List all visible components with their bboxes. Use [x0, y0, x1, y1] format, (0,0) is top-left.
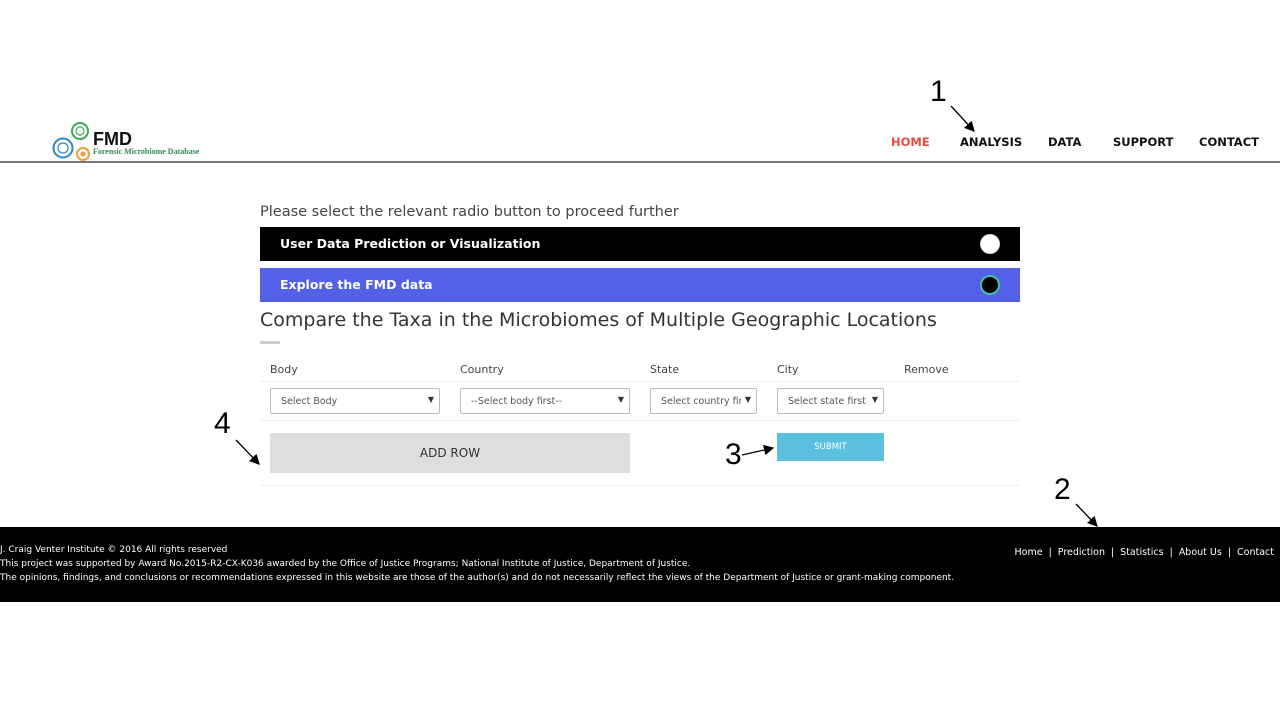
- nav-home[interactable]: HOME: [891, 135, 930, 149]
- radio-explore-fmd[interactable]: [980, 275, 1000, 295]
- content-bottom-divider: [260, 485, 1020, 486]
- footer-link-home[interactable]: Home: [1015, 547, 1043, 558]
- footer-disclaimer: The opinions, findings, and conclusions …: [0, 573, 955, 583]
- annotation-1: 1: [930, 75, 947, 108]
- chevron-down-icon: ▼: [427, 395, 434, 404]
- main-nav: HOME ANALYSIS DATA SUPPORT CONTACT: [0, 135, 1280, 151]
- option-explore-fmd-label: Explore the FMD data: [280, 277, 433, 292]
- title-underline: [260, 341, 280, 344]
- nav-contact[interactable]: CONTACT: [1199, 135, 1259, 149]
- header-divider: [0, 161, 1280, 163]
- city-select-value: Select state first: [788, 396, 866, 407]
- option-user-data[interactable]: User Data Prediction or Visualization: [260, 227, 1020, 261]
- footer-links: Home | Prediction | Statistics | About Us | Cont…: [1015, 547, 1275, 558]
- add-row-label: ADD ROW: [419, 446, 481, 460]
- intro-text: Please select the relevant radio button …: [260, 204, 679, 220]
- footer-link-contact[interactable]: Contact: [1237, 547, 1274, 558]
- option-explore-fmd[interactable]: Explore the FMD data: [260, 268, 1020, 302]
- chevron-down-icon: ▼: [744, 395, 751, 404]
- footer-copyright: J. Craig Venter Institute © 2016 All rig…: [0, 545, 228, 555]
- column-header-remove: Remove: [904, 363, 949, 376]
- nav-analysis[interactable]: ANALYSIS: [960, 135, 1022, 149]
- state-select[interactable]: Select country first ▼: [650, 388, 757, 414]
- annotation-arrow-2: [1075, 503, 1098, 527]
- body-select-value: Select Body: [281, 396, 338, 407]
- radio-user-data[interactable]: [980, 234, 1000, 254]
- annotation-2: 2: [1054, 473, 1071, 506]
- column-header-city: City: [777, 363, 799, 376]
- column-header-body: Body: [270, 363, 298, 376]
- annotation-arrow-3: [741, 444, 775, 456]
- body-select[interactable]: Select Body ▼: [270, 388, 440, 414]
- annotation-3: 3: [725, 438, 742, 471]
- footer-separator: |: [1048, 547, 1052, 558]
- footer: J. Craig Venter Institute © 2016 All rig…: [0, 527, 1280, 602]
- country-select-value: --Select body first--: [471, 396, 563, 407]
- country-select[interactable]: --Select body first-- ▼: [460, 388, 630, 414]
- nav-data[interactable]: DATA: [1048, 135, 1081, 149]
- column-header-country: Country: [460, 363, 504, 376]
- table-header-divider: [260, 381, 1020, 382]
- submit-button[interactable]: SUBMIT: [777, 433, 884, 461]
- city-select[interactable]: Select state first ▼: [777, 388, 884, 414]
- chevron-down-icon: ▼: [871, 395, 878, 404]
- annotation-4: 4: [214, 407, 231, 440]
- footer-link-statistics[interactable]: Statistics: [1120, 547, 1163, 558]
- footer-link-prediction[interactable]: Prediction: [1058, 547, 1105, 558]
- footer-separator: |: [1169, 547, 1173, 558]
- footer-separator: |: [1227, 547, 1232, 558]
- option-user-data-label: User Data Prediction or Visualization: [280, 236, 541, 251]
- submit-label: SUBMIT: [814, 442, 847, 452]
- chevron-down-icon: ▼: [617, 395, 624, 404]
- annotation-arrow-1: [950, 105, 975, 132]
- footer-link-about-us[interactable]: About Us: [1179, 547, 1222, 558]
- nav-support[interactable]: SUPPORT: [1113, 135, 1173, 149]
- annotation-arrow-4: [235, 439, 260, 465]
- add-row-button[interactable]: ADD ROW: [270, 433, 630, 473]
- table-row-divider: [260, 420, 1020, 421]
- footer-separator: |: [1110, 547, 1115, 558]
- column-header-state: State: [650, 363, 680, 376]
- footer-award: This project was supported by Award No.2…: [0, 559, 691, 569]
- annotation-arrows: [235, 105, 1098, 527]
- state-select-value: Select country first: [661, 396, 741, 407]
- section-title: Compare the Taxa in the Microbiomes of M…: [260, 309, 937, 331]
